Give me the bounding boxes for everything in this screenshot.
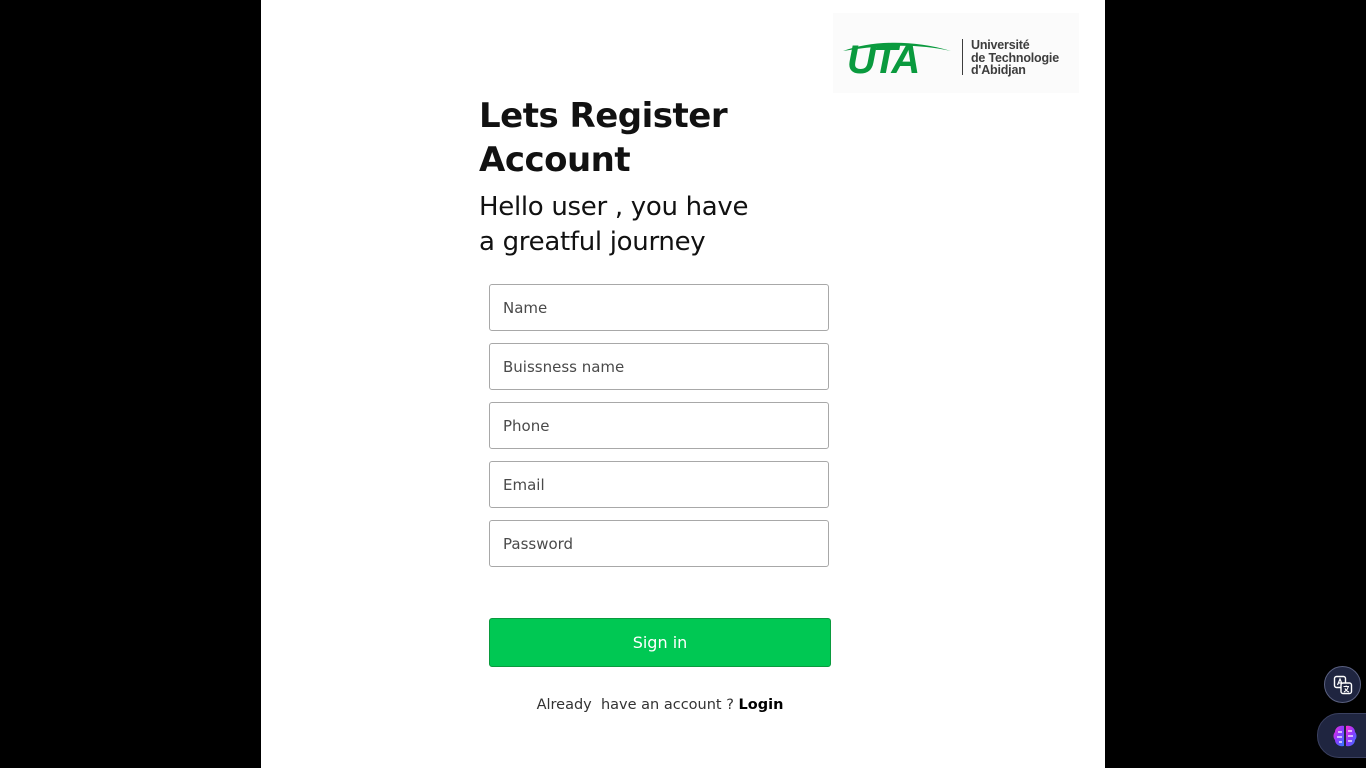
- page-title-line-1: Lets Register: [479, 96, 728, 136]
- uta-logo: UTA Université de Technologie d'Abidjan: [833, 13, 1079, 93]
- password-input[interactable]: [489, 520, 829, 567]
- logo-text: Université de Technologie d'Abidjan: [971, 39, 1059, 77]
- page-title-line-2: Account: [479, 140, 631, 180]
- page-subtitle-line-1: Hello user , you have: [479, 192, 749, 222]
- phone-input[interactable]: [489, 402, 829, 449]
- page-title: Lets Register Account: [479, 94, 779, 182]
- assistant-button[interactable]: [1317, 713, 1366, 758]
- register-page: UTA Université de Technologie d'Abidjan …: [261, 0, 1105, 768]
- translate-icon: [1333, 675, 1353, 695]
- email-input[interactable]: [489, 461, 829, 508]
- login-prompt: Already have an account ? Login: [489, 697, 831, 713]
- brain-icon: [1333, 725, 1357, 747]
- login-link[interactable]: Login: [739, 697, 784, 713]
- svg-text:UTA: UTA: [847, 38, 917, 77]
- page-subtitle: Hello user , you have a greatful journey: [479, 190, 779, 260]
- logo-line-1: Université: [971, 38, 1030, 52]
- business-name-input[interactable]: [489, 343, 829, 390]
- uta-logo-mark: UTA: [843, 38, 963, 77]
- sign-in-button[interactable]: Sign in: [489, 618, 831, 667]
- login-prompt-text: Already have an account ?: [536, 697, 739, 713]
- page-subtitle-line-2: a greatful journey: [479, 227, 706, 257]
- logo-line-3: d'Abidjan: [971, 63, 1026, 77]
- name-input[interactable]: [489, 284, 829, 331]
- translate-button[interactable]: [1324, 666, 1361, 703]
